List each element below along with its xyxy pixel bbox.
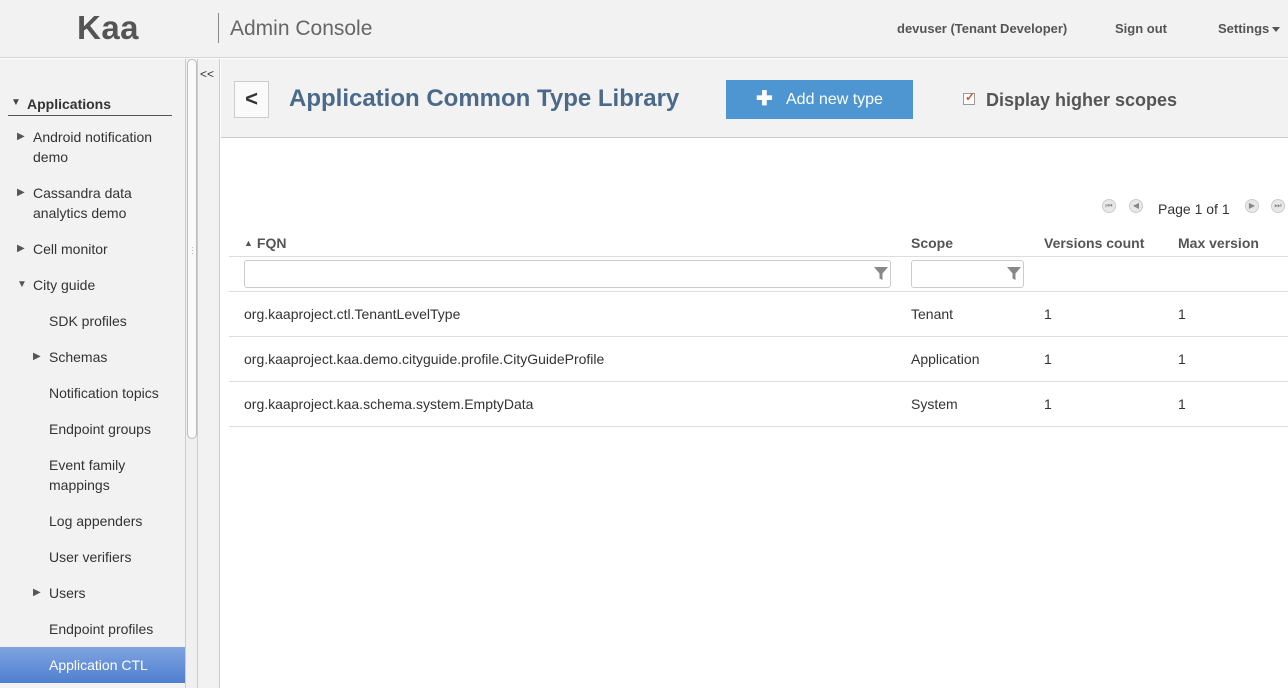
sidebar-item-label: demo — [33, 149, 69, 165]
sidebar-item-label: Application CTL — [49, 657, 148, 673]
grip-icon: · · · — [191, 243, 194, 258]
column-header-label: FQN — [256, 235, 287, 251]
table-cell-scope: System — [911, 396, 958, 412]
table-cell-fqn[interactable]: org.kaaproject.kaa.schema.system.EmptyDa… — [244, 396, 533, 412]
next-page-icon[interactable]: ▶ — [1245, 199, 1259, 213]
column-header-versions-count[interactable]: Versions count — [1044, 235, 1144, 251]
last-page-icon[interactable]: ⏭ — [1271, 199, 1285, 213]
column-header-fqn[interactable]: ▲ FQN — [244, 235, 286, 251]
app-title: Admin Console — [230, 17, 373, 40]
sidebar-item-label: Android notification — [33, 129, 153, 145]
sidebar-item-label: SDK profiles — [49, 313, 127, 329]
table-cell-max-version: 1 — [1178, 351, 1186, 367]
sidebar-item-endpoint-profiles[interactable]: Endpoint profiles — [49, 619, 153, 639]
sidebar-item-event-family-mappings[interactable]: Event family mappings — [49, 455, 125, 495]
collapse-label: << — [200, 67, 215, 81]
row-divider — [229, 336, 1288, 337]
row-divider — [229, 381, 1288, 382]
sidebar-item-users[interactable]: ▶ Users — [33, 583, 86, 603]
expanded-triangle-icon: ▼ — [17, 279, 27, 290]
sidebar-item-notification-topics[interactable]: Notification topics — [49, 383, 159, 403]
page-title: Application Common Type Library — [289, 85, 680, 112]
sidebar-item-label: Event family — [49, 457, 126, 473]
table-cell-max-version: 1 — [1178, 306, 1186, 322]
sidebar-item-label: Endpoint profiles — [49, 621, 154, 637]
sidebar-item-label: Cassandra data — [33, 185, 132, 201]
collapsed-triangle-icon: ▶ — [17, 243, 25, 254]
scope-filter-input[interactable] — [911, 260, 1024, 288]
fqn-filter-input[interactable] — [244, 260, 891, 288]
user-info: devuser (Tenant Developer) — [897, 21, 1068, 36]
sidebar-item-user-verifiers[interactable]: User verifiers — [49, 547, 131, 567]
table-cell-versions-count: 1 — [1044, 306, 1052, 322]
first-page-icon[interactable]: ⏮ — [1102, 199, 1116, 213]
column-header-max-version[interactable]: Max version — [1178, 235, 1259, 251]
collapse-sidebar-button[interactable]: << — [198, 59, 220, 688]
settings-label: Settings — [1218, 21, 1270, 36]
add-button-label: Add new type — [786, 91, 883, 108]
sign-out-link[interactable]: Sign out — [1115, 21, 1167, 36]
table-cell-versions-count: 1 — [1044, 396, 1052, 412]
display-higher-scopes-checkbox[interactable]: ✓ — [963, 90, 976, 105]
sidebar-root-label: Applications — [27, 96, 112, 112]
sidebar-item-endpoint-groups[interactable]: Endpoint groups — [49, 419, 151, 439]
sidebar-item-sdk-profiles[interactable]: SDK profiles — [49, 311, 127, 331]
table-cell-versions-count: 1 — [1044, 351, 1052, 367]
sidebar-item-label: User verifiers — [49, 549, 132, 565]
collapsed-triangle-icon: ▶ — [17, 187, 25, 198]
plus-icon: ✚ — [756, 88, 773, 110]
table-cell-max-version: 1 — [1178, 396, 1186, 412]
check-icon: ✓ — [965, 90, 976, 104]
kaa-logo[interactable]: Kaa — [77, 9, 139, 47]
expanded-triangle-icon: ▼ — [11, 97, 21, 108]
sidebar-root-applications[interactable]: ▼ Applications — [8, 95, 172, 116]
row-divider — [229, 291, 1288, 292]
filter-icon[interactable] — [1007, 266, 1021, 282]
settings-menu[interactable]: Settings — [1218, 21, 1281, 36]
prev-page-icon[interactable]: ◀ — [1129, 199, 1143, 213]
sidebar-item-label: analytics demo — [33, 205, 127, 221]
sidebar-item-label: mappings — [49, 477, 110, 493]
collapsed-triangle-icon: ▶ — [33, 587, 41, 598]
sidebar-item-label: Schemas — [49, 349, 108, 365]
table-cell-fqn[interactable]: org.kaaproject.kaa.demo.cityguide.profil… — [244, 351, 604, 367]
table-cell-fqn[interactable]: org.kaaproject.ctl.TenantLevelType — [244, 306, 460, 322]
page-toolbar: < Application Common Type Library ✚ Add … — [221, 59, 1288, 138]
sidebar-item-label: Log appenders — [49, 513, 143, 529]
caret-down-icon — [1272, 27, 1281, 33]
sidebar-item-android-notification-demo[interactable]: ▶ Android notification demo — [17, 127, 153, 167]
table-cell-scope: Application — [911, 351, 980, 367]
back-button[interactable]: < — [234, 81, 269, 118]
sidebar-item-cassandra-data-analytics-demo[interactable]: ▶ Cassandra data analytics demo — [17, 183, 132, 223]
display-higher-scopes-label[interactable]: Display higher scopes — [986, 90, 1177, 111]
sidebar-item-schemas[interactable]: ▶ Schemas — [33, 347, 108, 367]
header-separator — [218, 13, 219, 43]
row-divider — [229, 426, 1288, 427]
collapsed-triangle-icon: ▶ — [33, 351, 41, 362]
sidebar-item-label: City guide — [33, 277, 96, 293]
sidebar-item-application-ctl[interactable]: Application CTL — [0, 647, 185, 683]
add-new-type-button[interactable]: ✚ Add new type — [726, 80, 913, 119]
page-indicator: Page 1 of 1 — [1158, 201, 1230, 217]
sidebar-item-label: Users — [49, 585, 86, 601]
sort-asc-icon: ▲ — [244, 238, 253, 248]
sidebar: ▼ Applications ▶ Android notification de… — [0, 59, 185, 688]
sidebar-item-label: Cell monitor — [33, 241, 108, 257]
sidebar-item-cell-monitor[interactable]: ▶ Cell monitor — [17, 239, 108, 259]
header-divider — [229, 256, 1288, 257]
top-header: Kaa Admin Console devuser (Tenant Develo… — [0, 0, 1288, 58]
sidebar-item-log-appenders[interactable]: Log appenders — [49, 511, 142, 531]
column-header-scope[interactable]: Scope — [911, 235, 953, 251]
sidebar-item-label: Notification topics — [49, 385, 159, 401]
filter-icon[interactable] — [874, 266, 888, 282]
sidebar-scrollbar[interactable]: · · · — [185, 59, 198, 688]
sidebar-item-label: Endpoint groups — [49, 421, 151, 437]
sidebar-item-city-guide[interactable]: ▼ City guide — [17, 275, 96, 295]
table-cell-scope: Tenant — [911, 306, 954, 322]
scrollbar-thumb[interactable]: · · · — [187, 59, 197, 439]
collapsed-triangle-icon: ▶ — [17, 131, 25, 142]
